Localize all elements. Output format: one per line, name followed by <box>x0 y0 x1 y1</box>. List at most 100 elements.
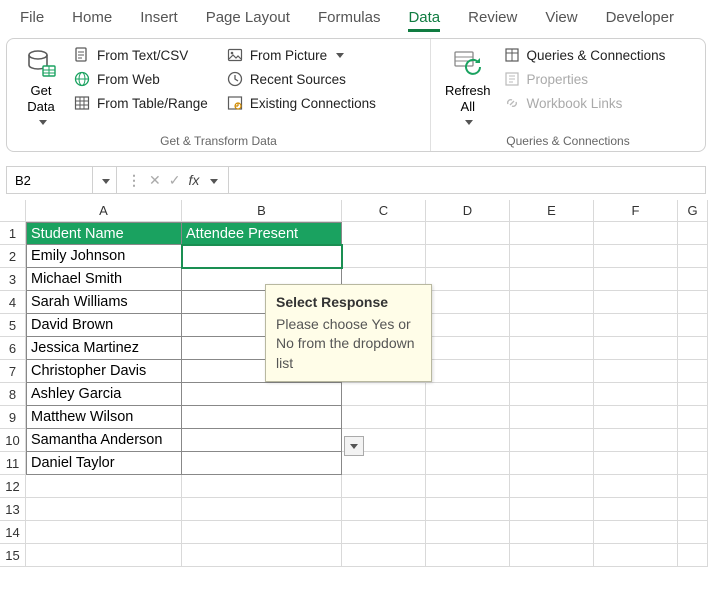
cell[interactable] <box>510 406 594 429</box>
cell[interactable] <box>342 406 426 429</box>
cell[interactable] <box>510 498 594 521</box>
cell[interactable] <box>26 521 182 544</box>
cell[interactable]: Daniel Taylor <box>26 452 182 475</box>
cell[interactable] <box>26 498 182 521</box>
cell[interactable]: Jessica Martinez <box>26 337 182 360</box>
col-header-G[interactable]: G <box>678 200 708 222</box>
cell-B11[interactable] <box>182 452 342 475</box>
cell[interactable] <box>426 475 510 498</box>
cell[interactable]: Matthew Wilson <box>26 406 182 429</box>
tab-page-layout[interactable]: Page Layout <box>192 5 304 30</box>
row-header[interactable]: 13 <box>0 498 26 521</box>
chevron-down-icon[interactable] <box>207 172 218 188</box>
cell[interactable] <box>594 452 678 475</box>
cell[interactable] <box>510 383 594 406</box>
col-header-D[interactable]: D <box>426 200 510 222</box>
cell[interactable] <box>182 475 342 498</box>
row-header[interactable]: 8 <box>0 383 26 406</box>
cell-B2[interactable] <box>182 245 342 268</box>
cell[interactable] <box>678 268 708 291</box>
cell[interactable] <box>510 360 594 383</box>
cell[interactable] <box>594 498 678 521</box>
cell[interactable] <box>594 475 678 498</box>
cell[interactable] <box>510 268 594 291</box>
cell[interactable] <box>594 544 678 567</box>
cell[interactable] <box>342 245 426 268</box>
cell[interactable] <box>426 498 510 521</box>
tab-data[interactable]: Data <box>394 5 454 30</box>
cell[interactable]: Samantha Anderson <box>26 429 182 452</box>
tab-view[interactable]: View <box>531 5 591 30</box>
cell[interactable] <box>342 383 426 406</box>
row-header[interactable]: 10 <box>0 429 26 452</box>
cell[interactable] <box>510 544 594 567</box>
cell[interactable] <box>426 452 510 475</box>
cell[interactable] <box>678 498 708 521</box>
cell[interactable] <box>594 337 678 360</box>
cell[interactable] <box>678 452 708 475</box>
cell[interactable]: Christopher Davis <box>26 360 182 383</box>
cell[interactable] <box>426 429 510 452</box>
row-header[interactable]: 7 <box>0 360 26 383</box>
tab-formulas[interactable]: Formulas <box>304 5 395 30</box>
cell[interactable] <box>594 429 678 452</box>
col-header-B[interactable]: B <box>182 200 342 222</box>
cell-B10[interactable] <box>182 429 342 452</box>
cell[interactable] <box>26 475 182 498</box>
from-picture-button[interactable]: From Picture <box>226 47 376 63</box>
col-header-A[interactable]: A <box>26 200 182 222</box>
enter-icon[interactable]: ✓ <box>169 172 181 189</box>
name-box-dropdown[interactable] <box>93 167 117 193</box>
cell[interactable] <box>510 222 594 245</box>
cell[interactable]: Ashley Garcia <box>26 383 182 406</box>
tab-developer[interactable]: Developer <box>592 5 688 30</box>
more-icon[interactable]: ⋮ <box>127 172 141 189</box>
from-table-range-button[interactable]: From Table/Range <box>73 95 208 111</box>
cell[interactable] <box>678 222 708 245</box>
cell[interactable] <box>182 498 342 521</box>
cell[interactable] <box>426 337 510 360</box>
col-header-E[interactable]: E <box>510 200 594 222</box>
cell[interactable] <box>594 406 678 429</box>
cell[interactable] <box>510 314 594 337</box>
cancel-icon[interactable]: ✕ <box>149 172 161 189</box>
cell[interactable] <box>678 337 708 360</box>
cell-B8[interactable] <box>182 383 342 406</box>
row-header[interactable]: 4 <box>0 291 26 314</box>
cell[interactable] <box>594 291 678 314</box>
workbook-links-button[interactable]: Workbook Links <box>503 95 666 111</box>
col-header-F[interactable]: F <box>594 200 678 222</box>
cell[interactable] <box>594 383 678 406</box>
cell[interactable] <box>510 245 594 268</box>
cell[interactable] <box>426 521 510 544</box>
cell[interactable]: David Brown <box>26 314 182 337</box>
cell[interactable] <box>342 222 426 245</box>
tab-home[interactable]: Home <box>58 5 126 30</box>
cell[interactable] <box>342 544 426 567</box>
row-header[interactable]: 1 <box>0 222 26 245</box>
properties-button[interactable]: Properties <box>503 71 666 87</box>
queries-connections-button[interactable]: Queries & Connections <box>503 47 666 63</box>
cell[interactable] <box>678 383 708 406</box>
cell[interactable] <box>426 406 510 429</box>
row-header[interactable]: 6 <box>0 337 26 360</box>
cell[interactable] <box>342 475 426 498</box>
cell[interactable] <box>510 291 594 314</box>
cell[interactable] <box>426 268 510 291</box>
cell[interactable] <box>594 360 678 383</box>
cell[interactable] <box>182 521 342 544</box>
cell[interactable] <box>426 222 510 245</box>
recent-sources-button[interactable]: Recent Sources <box>226 71 376 87</box>
row-header[interactable]: 12 <box>0 475 26 498</box>
cell[interactable] <box>594 245 678 268</box>
tab-insert[interactable]: Insert <box>126 5 192 30</box>
from-web-button[interactable]: From Web <box>73 71 208 87</box>
name-box[interactable]: B2 <box>7 167 93 193</box>
cell[interactable]: Michael Smith <box>26 268 182 291</box>
data-validation-dropdown[interactable] <box>344 436 364 456</box>
row-header[interactable]: 9 <box>0 406 26 429</box>
cell[interactable] <box>594 268 678 291</box>
cell[interactable] <box>678 291 708 314</box>
cell[interactable] <box>594 314 678 337</box>
cell[interactable] <box>510 475 594 498</box>
